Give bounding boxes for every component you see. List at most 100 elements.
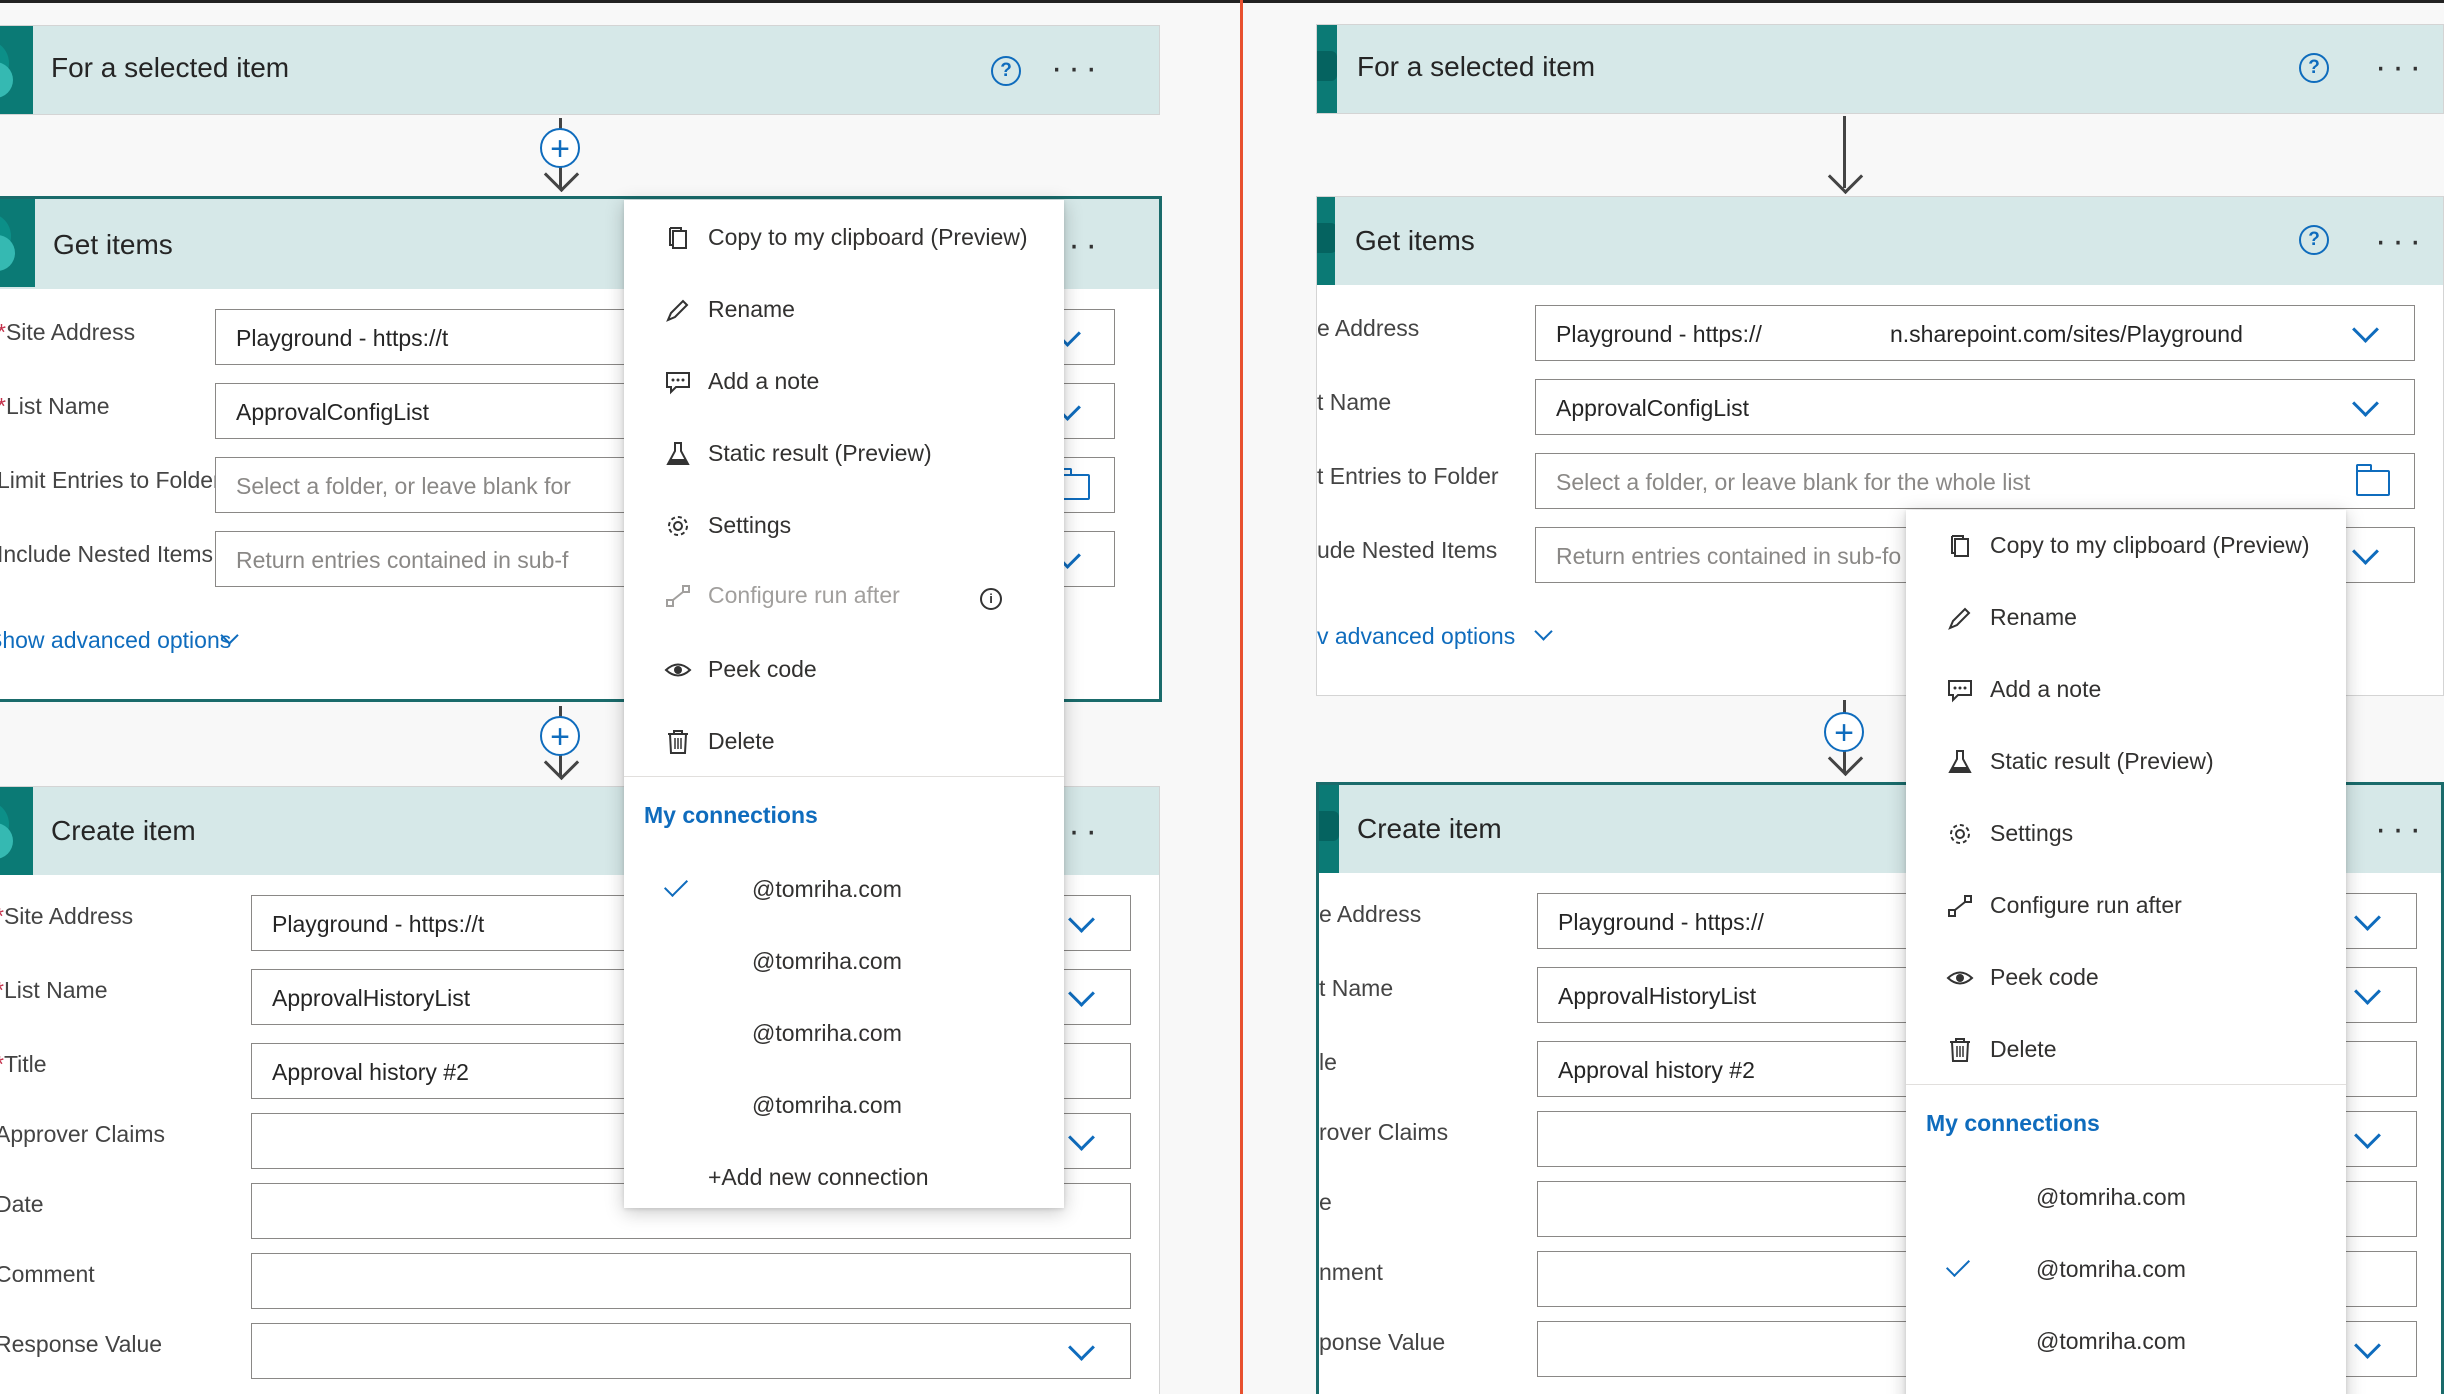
context-menu: Copy to my clipboard (Preview) Rename Ad… [1906,510,2346,1394]
list-name-label: t Name [1317,389,1392,415]
connection-item[interactable]: @tomriha.com [624,938,1064,986]
response-value-label: Response Value [0,1331,163,1357]
show-advanced-options-link[interactable]: v advanced options [1317,622,1553,650]
run-after-icon [1948,895,1972,917]
chevron-down-icon[interactable] [1068,1124,1095,1151]
list-name-label: *List Name [0,393,110,419]
date-label: e [1319,1189,1332,1215]
date-label: Date [0,1191,44,1217]
arrow-down-icon [1827,158,1864,195]
right-panel: For a selected item ? ··· Get items ? ··… [1316,0,2444,1394]
sharepoint-icon [1317,197,1335,285]
menu-item-settings[interactable]: Settings [624,502,1064,550]
menu-item-add-note[interactable]: Add a note [624,358,1064,406]
chevron-down-icon[interactable] [2354,978,2381,1005]
chevron-down-icon[interactable] [2352,390,2379,417]
menu-item-rename[interactable]: Rename [1906,594,2346,642]
site-address-field[interactable]: Playground - https:// n.sharepoint.com/s… [1535,305,2415,361]
menu-item-static-result[interactable]: Static result (Preview) [624,430,1064,478]
menu-item-rename[interactable]: Rename [624,286,1064,334]
sharepoint-icon [0,26,33,114]
create-item-title: Create item [1357,813,1502,844]
menu-item-configure-run-after[interactable]: Configure run after i [624,572,1064,620]
chevron-down-icon[interactable] [2354,1122,2381,1149]
my-connections-header: My connections [644,802,818,828]
more-options-icon[interactable]: ··· [1051,51,1103,85]
connection-item[interactable]: @tomriha.com [624,1010,1064,1058]
insert-step-button[interactable]: + [1824,712,1864,752]
connection-item[interactable]: @tomriha.com [624,866,1064,914]
add-new-connection-button[interactable]: +Add new connection [624,1154,1064,1202]
trigger-title: For a selected item [51,52,290,83]
pencil-icon [1948,607,1971,630]
chevron-down-icon[interactable] [1068,1334,1095,1361]
trigger-card[interactable]: For a selected item ? ··· [0,25,1160,115]
gear-icon [668,516,688,536]
chevron-down-icon[interactable] [2352,538,2379,565]
copy-icon [1951,535,1969,557]
pencil-icon [666,299,689,322]
more-options-icon[interactable]: ··· [2375,224,2427,258]
sharepoint-icon [1319,785,1339,873]
limit-folder-field[interactable]: Select a folder, or leave blank for the … [1535,453,2415,509]
menu-item-peek-code[interactable]: Peek code [1906,954,2346,1002]
get-items-header[interactable]: Get items ? ··· [1317,197,2443,285]
my-connections-header: My connections [1926,1110,2100,1136]
response-value-field[interactable] [251,1323,1131,1379]
get-items-title: Get items [1355,225,1475,256]
help-icon[interactable]: ? [991,56,1021,86]
checkmark-icon [663,872,689,898]
connection-item[interactable]: @tomriha.com [1906,1318,2346,1366]
menu-item-delete[interactable]: Delete [624,718,1064,766]
copy-icon [669,227,687,249]
trigger-card[interactable]: For a selected item ? ··· [1316,24,2444,114]
show-advanced-options-link[interactable]: Show advanced options [0,626,239,654]
chevron-down-icon[interactable] [1068,906,1095,933]
menu-item-peek-code[interactable]: Peek code [624,646,1064,694]
nested-items-label: Include Nested Items [0,541,214,567]
menu-item-copy-clipboard[interactable]: Copy to my clipboard (Preview) [1906,522,2346,570]
left-panel: For a selected item ? ··· + Get items ··… [0,0,1220,1394]
panel-divider [1240,0,1243,1394]
sharepoint-icon [1317,25,1337,113]
comment-label: Comment [0,1261,95,1287]
folder-icon[interactable] [2356,464,2390,496]
menu-item-delete[interactable]: Delete [1906,1026,2346,1074]
chevron-down-icon[interactable] [2354,1332,2381,1359]
site-address-label: e Address [1317,315,1420,341]
sharepoint-icon [0,199,35,287]
gear-icon [1950,824,1970,844]
trigger-card-header[interactable]: For a selected item ? ··· [1317,25,2443,113]
flask-icon [666,442,690,465]
chevron-down-icon[interactable] [2354,904,2381,931]
more-options-icon[interactable]: ··· [2375,812,2427,846]
chevron-down-icon[interactable] [2352,316,2379,343]
site-address-label: e Address [1319,901,1422,927]
connection-item[interactable]: @tomriha.com [1906,1246,2346,1294]
chevron-down-icon [1534,622,1553,641]
comment-field[interactable] [251,1253,1131,1309]
help-icon[interactable]: ? [2299,225,2329,255]
list-name-field[interactable]: ApprovalConfigList [1535,379,2415,435]
connection-item[interactable]: @tomriha.com [1906,1174,2346,1222]
limit-folder-label: Limit Entries to Folder [0,467,221,493]
site-address-label: *Site Address [0,319,136,345]
insert-step-button[interactable]: + [540,716,580,756]
help-icon[interactable]: ? [2299,53,2329,83]
menu-item-static-result[interactable]: Static result (Preview) [1906,738,2346,786]
menu-item-add-note[interactable]: Add a note [1906,666,2346,714]
menu-item-configure-run-after[interactable]: Configure run after [1906,882,2346,930]
info-icon[interactable]: i [980,588,1002,610]
menu-item-copy-clipboard[interactable]: Copy to my clipboard (Preview) [624,214,1064,262]
connection-item[interactable]: @tomriha.com [624,1082,1064,1130]
more-options-icon[interactable]: ··· [2375,50,2427,84]
title-label: le [1319,1049,1337,1075]
eye-icon [664,663,692,677]
trigger-card-header[interactable]: For a selected item ? ··· [0,26,1159,114]
get-items-title: Get items [53,229,173,260]
note-icon [1948,680,1972,703]
insert-step-button[interactable]: + [540,128,580,168]
chevron-down-icon[interactable] [1068,980,1095,1007]
menu-item-settings[interactable]: Settings [1906,810,2346,858]
eye-icon [1946,971,1974,985]
